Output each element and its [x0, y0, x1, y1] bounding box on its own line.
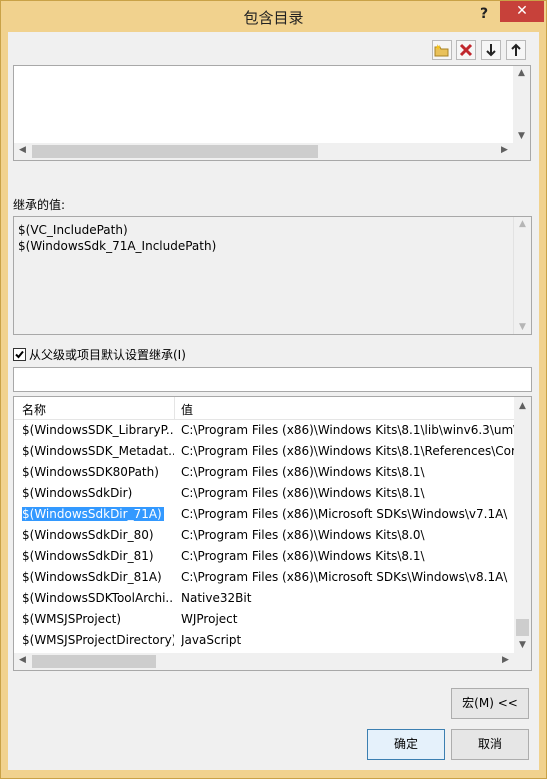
title-bar: 包含目录 ? ✕ — [1, 1, 546, 33]
delete-button[interactable] — [456, 40, 476, 60]
macro-name-text: $(WMSJSProject) — [22, 612, 122, 626]
macro-value-cell: C:\Program Files (x86)\Microsoft SDKs\Wi… — [181, 570, 508, 584]
macro-name-cell: $(WindowsSdkDir_71A) — [22, 504, 174, 525]
scroll-right-arrow-icon[interactable]: ▶ — [496, 145, 513, 155]
help-button[interactable]: ? — [471, 3, 497, 25]
macro-name-cell: $(WindowsSDK_LibraryP... — [22, 420, 174, 441]
macro-value-cell: JavaScript — [181, 633, 242, 647]
inherit-checkbox[interactable] — [13, 347, 26, 361]
macro-name-cell: $(WindowsSDK80Path) — [22, 462, 174, 483]
macro-row[interactable]: $(WMSJSProject) WJProject — [14, 609, 514, 630]
close-button[interactable]: ✕ — [500, 1, 544, 22]
ok-button[interactable]: 确定 — [367, 729, 445, 760]
macro-row[interactable]: $(WindowsSDK_LibraryP... C:\Program Files… — [14, 420, 514, 441]
macro-row[interactable]: $(WMSJSProjectDirectory) JavaScript — [14, 630, 514, 651]
dialog-window: 包含目录 ? ✕ ▲ ▼ ◀ ▶ 继承的值: $(VC_IncludePath)… — [0, 0, 547, 779]
window-title: 包含目录 — [243, 9, 304, 27]
macro-list[interactable]: 名称 值 $(WindowsSDK_LibraryP... C:\Program … — [13, 396, 532, 671]
macro-row[interactable]: $(WindowsSDKToolArchi... Native32Bit — [14, 588, 514, 609]
macro-name-text: $(WMSJSProjectDirectory) — [22, 633, 174, 647]
move-down-icon — [486, 44, 496, 57]
macro-value-cell: C:\Program Files (x86)\Microsoft SDKs\Wi… — [181, 507, 508, 521]
macro-value-cell: C:\Program Files (x86)\Windows Kits\8.0\ — [181, 528, 425, 542]
column-divider[interactable] — [174, 397, 175, 419]
macro-value-cell: C:\Program Files (x86)\Windows Kits\8.1\ — [181, 549, 425, 563]
macro-list-header: 名称 值 — [14, 397, 514, 420]
horizontal-scroll-thumb[interactable] — [32, 145, 318, 158]
delete-x-icon — [459, 43, 473, 57]
macro-name-cell: $(WindowsSDK_Metadat... — [22, 441, 174, 462]
inherit-checkbox-row[interactable]: 从父级或项目默认设置继承(I) — [13, 346, 186, 362]
move-down-button[interactable] — [481, 40, 501, 60]
macro-name-text: $(WindowsSDK_Metadat... — [22, 444, 174, 458]
vertical-scroll-thumb[interactable] — [516, 619, 529, 636]
inherited-values-box: $(VC_IncludePath) $(WindowsSdk_71A_Inclu… — [13, 216, 532, 335]
macro-value-cell: C:\Program Files (x86)\Windows Kits\8.1\… — [181, 423, 514, 437]
macro-row[interactable]: $(WindowsSdkDir) C:\Program Files (x86)\W… — [14, 483, 514, 504]
macro-value-cell: C:\Program Files (x86)\Windows Kits\8.1\ — [181, 486, 425, 500]
scroll-right-arrow-icon[interactable]: ▶ — [497, 655, 514, 665]
macro-name-cell: $(WMSJSProject) — [22, 609, 174, 630]
macro-vertical-scrollbar[interactable]: ▲ ▼ — [514, 397, 531, 670]
checkmark-icon — [15, 350, 24, 358]
macros-toggle-button[interactable]: 宏(M) << — [451, 688, 529, 719]
macro-name-text: $(WindowsSdkDir_80) — [22, 528, 154, 542]
macro-value-cell: Native32Bit — [181, 591, 252, 605]
macro-name-cell: $(WindowsSDKToolArchi... — [22, 588, 174, 609]
macro-name-text: $(WindowsSdkDir_81) — [22, 549, 154, 563]
macro-row[interactable]: $(WindowsSDK80Path) C:\Program Files (x86… — [14, 462, 514, 483]
macro-row[interactable]: $(WindowsSdkDir_71A) C:\Program Files (x8… — [14, 504, 514, 525]
new-line-button[interactable] — [432, 40, 452, 60]
inherited-vertical-scrollbar[interactable]: ▲ ▼ — [513, 217, 531, 334]
scroll-up-arrow-icon[interactable]: ▲ — [514, 219, 531, 229]
editor-horizontal-scrollbar[interactable]: ◀ ▶ — [14, 143, 530, 160]
macro-row[interactable]: $(WindowsSdkDir_80) C:\Program Files (x86… — [14, 525, 514, 546]
macro-row[interactable]: $(WindowsSDK_Metadat... C:\Program Files … — [14, 441, 514, 462]
scroll-down-arrow-icon[interactable]: ▼ — [514, 640, 531, 650]
macro-name-text: $(WindowsSdkDir) — [22, 486, 133, 500]
macro-horizontal-scrollbar[interactable]: ◀ ▶ — [14, 653, 514, 670]
macro-name-text: $(WindowsSDK80Path) — [22, 465, 159, 479]
dialog-body: ▲ ▼ ◀ ▶ 继承的值: $(VC_IncludePath) $(Window… — [8, 32, 539, 770]
inherit-checkbox-label: 从父级或项目默认设置继承(I) — [29, 347, 186, 362]
macro-name-text: $(WindowsSdkDir_81A) — [22, 570, 162, 584]
macro-name-cell: $(WindowsSdkDir_80) — [22, 525, 174, 546]
macro-name-text: $(WindowsSDK_LibraryP... — [22, 423, 174, 437]
macro-row[interactable]: $(WindowsSdkDir_81) C:\Program Files (x86… — [14, 546, 514, 567]
inherited-values-label: 继承的值: — [13, 198, 66, 212]
move-up-icon — [511, 43, 521, 56]
macro-row[interactable]: $(WindowsSdkDir_81A) C:\Program Files (x8… — [14, 567, 514, 588]
macro-name-cell: $(WindowsSdkDir) — [22, 483, 174, 504]
scroll-up-arrow-icon[interactable]: ▲ — [513, 68, 530, 78]
macro-filter-input[interactable] — [13, 367, 532, 392]
include-dirs-editor[interactable]: ▲ ▼ ◀ ▶ — [13, 65, 531, 161]
scroll-down-arrow-icon[interactable]: ▼ — [513, 131, 530, 141]
cancel-button[interactable]: 取消 — [451, 729, 529, 760]
macro-name-cell: $(WindowsSdkDir_81A) — [22, 567, 174, 588]
macro-value-cell: C:\Program Files (x86)\Windows Kits\8.1\… — [181, 444, 514, 458]
move-up-button[interactable] — [506, 40, 526, 60]
macro-name-text: $(WindowsSdkDir_71A) — [22, 507, 164, 521]
horizontal-scroll-thumb[interactable] — [32, 655, 156, 668]
macro-value-cell: C:\Program Files (x86)\Windows Kits\8.1\ — [181, 465, 425, 479]
column-header-value[interactable]: 值 — [181, 401, 193, 418]
macro-name-cell: $(WMSJSProjectDirectory) — [22, 630, 174, 651]
new-folder-icon — [434, 44, 449, 57]
scroll-up-arrow-icon[interactable]: ▲ — [514, 401, 531, 411]
inherited-value-line: $(WindowsSdk_71A_IncludePath) — [18, 239, 217, 253]
column-header-name[interactable]: 名称 — [22, 401, 46, 418]
scroll-left-arrow-icon[interactable]: ◀ — [14, 145, 31, 155]
macro-name-text: $(WindowsSDKToolArchi... — [22, 591, 174, 605]
macro-value-cell: WJProject — [181, 612, 238, 626]
inherited-value-line: $(VC_IncludePath) — [18, 223, 128, 237]
macro-name-cell: $(WindowsSdkDir_81) — [22, 546, 174, 567]
scroll-down-arrow-icon[interactable]: ▼ — [514, 322, 531, 332]
scroll-left-arrow-icon[interactable]: ◀ — [14, 655, 31, 665]
